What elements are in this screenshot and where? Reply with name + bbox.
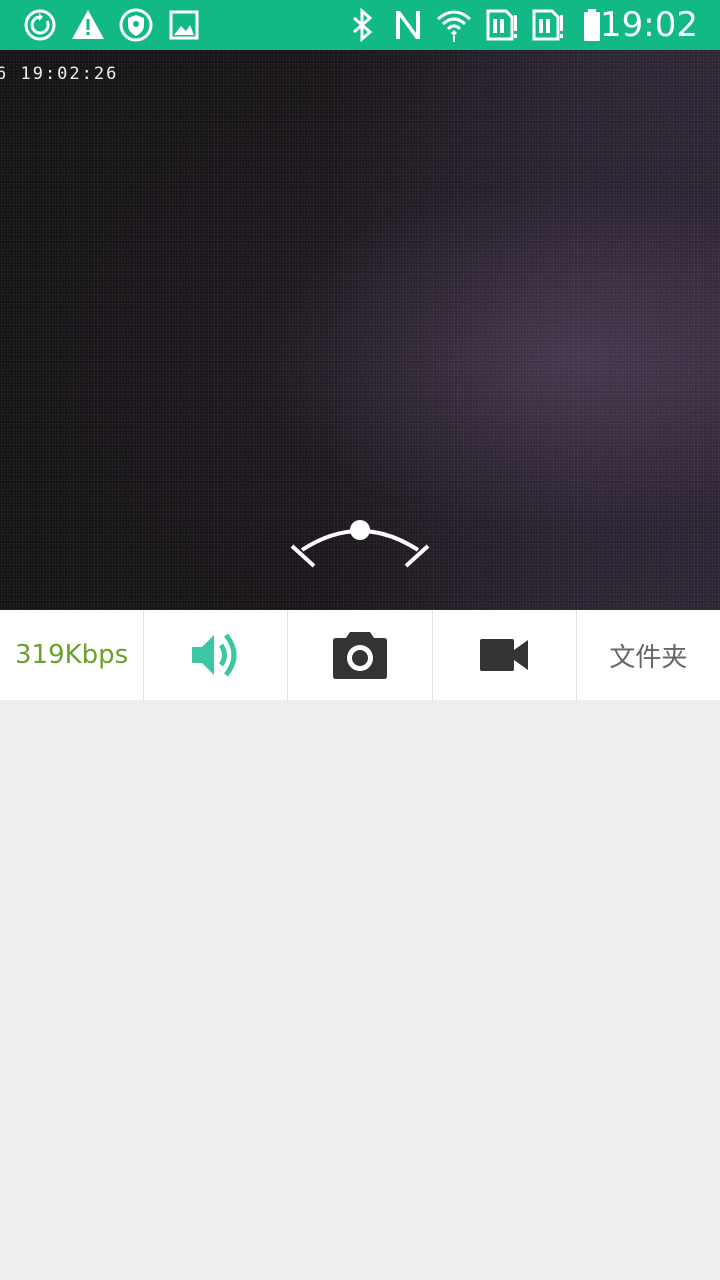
ptz-arc-icon[interactable] (288, 516, 432, 572)
nfc-icon (390, 7, 426, 43)
osd-timestamp: 6 19:02:26 (0, 64, 119, 84)
status-clock: 19:02 (600, 5, 698, 45)
status-left-icons (22, 8, 202, 42)
shield-icon (118, 7, 154, 43)
sync-icon (22, 7, 58, 43)
control-toolbar: 319Kbps 文件夹 (0, 610, 720, 700)
snapshot-button[interactable] (288, 610, 433, 700)
record-button[interactable] (433, 610, 577, 700)
live-video-view[interactable]: 6 19:02:26 (0, 50, 720, 610)
warning-icon (70, 7, 106, 43)
status-right-icons (344, 6, 610, 44)
folder-label: 文件夹 (609, 642, 688, 673)
sim1-icon (482, 7, 518, 43)
bluetooth-icon (344, 7, 380, 43)
sim2-icon (528, 7, 564, 43)
audio-button[interactable] (144, 610, 289, 700)
camera-icon (332, 630, 388, 680)
bitrate-label: 319Kbps (14, 640, 129, 670)
bitrate-cell: 319Kbps (0, 610, 145, 700)
status-bar: 19:02 (0, 0, 720, 50)
wifi-icon (436, 7, 472, 43)
folder-button[interactable]: 文件夹 (577, 610, 720, 700)
video-camera-icon (478, 636, 530, 674)
speaker-icon (190, 629, 242, 681)
image-icon (166, 7, 202, 43)
content-area (0, 700, 720, 1280)
